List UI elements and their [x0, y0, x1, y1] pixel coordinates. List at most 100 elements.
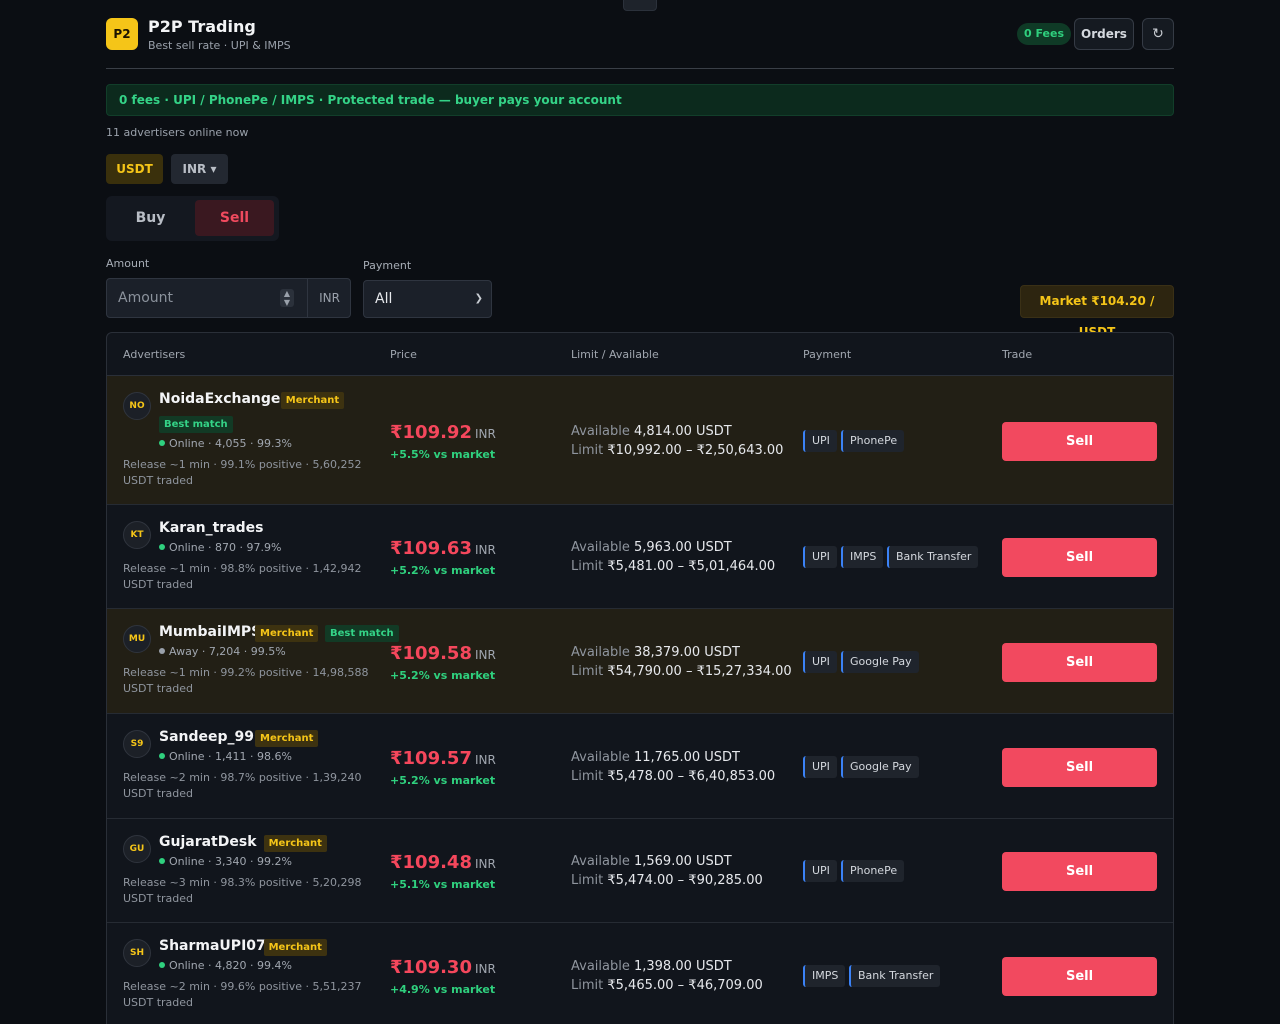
available: Available 5,963.00 USDT [571, 540, 732, 555]
available: Available 38,379.00 USDT [571, 645, 740, 660]
sell-button[interactable]: Sell [1002, 421, 1157, 461]
limit: Limit ₹54,790.00 – ₹15,27,334.00 [571, 664, 792, 679]
amount-input[interactable]: Amount ▲ ▼ INR [106, 278, 351, 318]
status-text: Online · 1,411 · 98.6% [169, 750, 292, 763]
limit-label: Limit [571, 559, 604, 574]
price: ₹109.63 INR [390, 538, 496, 559]
payment-method-tag: Bank Transfer [887, 546, 979, 568]
amount-label: Amount [106, 257, 150, 270]
price-value: ₹109.57 [390, 747, 472, 769]
amount-unit: INR [307, 279, 351, 317]
app-logo: P2 [106, 18, 138, 50]
away-dot-icon [159, 648, 165, 654]
price: ₹109.48 INR [390, 852, 496, 873]
tab-sell[interactable]: Sell [195, 200, 274, 236]
merchant-badge: Merchant [280, 392, 345, 409]
price-value: ₹109.63 [390, 538, 472, 559]
price-currency: INR [474, 961, 496, 976]
tab-buy[interactable]: Buy [111, 200, 190, 236]
limit-label: Limit [571, 873, 604, 888]
payment-method-tag: UPI [803, 755, 837, 778]
advertiser-name[interactable]: Sandeep_99 [159, 729, 254, 745]
price: ₹109.57 INR [390, 748, 496, 769]
payment-method-tag: UPI [803, 546, 837, 568]
payment-label: Payment [363, 259, 412, 272]
fees-badge: 0 Fees [1017, 23, 1072, 45]
payment-method-tag: PhonePe [841, 429, 905, 452]
status-text: Online · 870 · 97.9% [169, 541, 282, 554]
sell-button[interactable]: Sell [1002, 538, 1157, 577]
payment-value: All [375, 291, 393, 307]
available: Available 4,814.00 USDT [571, 424, 732, 439]
chevron-down-icon: ❯ [474, 293, 483, 304]
available-label: Available [571, 423, 630, 439]
payment-method-tag: Google Pay [841, 650, 919, 673]
limit-value: ₹5,465.00 – ₹46,709.00 [607, 977, 763, 993]
price-value: ₹109.48 [390, 852, 472, 873]
premium-vs-market: +5.2% vs market [390, 668, 496, 682]
merchant-badge: Merchant [263, 835, 327, 852]
online-dot-icon [159, 544, 165, 550]
advertiser-name[interactable]: Karan_trades [159, 520, 264, 536]
refresh-icon[interactable]: ↻ [1142, 18, 1174, 50]
price-currency: INR [474, 426, 496, 441]
limit: Limit ₹10,992.00 – ₹2,50,643.00 [571, 443, 783, 458]
available: Available 1,569.00 USDT [571, 854, 732, 869]
header-trade: Trade [1002, 348, 1033, 361]
online-count: 11 advertisers online now [106, 126, 249, 139]
status-text: Online · 4,055 · 99.3% [169, 437, 292, 450]
payment-method-tag: IMPS [841, 546, 884, 568]
premium-vs-market: +5.2% vs market [390, 564, 496, 577]
advertiser-name[interactable]: SharmaUPI07 [159, 938, 266, 954]
app-subtitle: Best sell rate · UPI & IMPS [148, 39, 291, 52]
price-currency: INR [474, 543, 496, 557]
release-info: Release ~1 min · 98.8% positive · 1,42,9… [123, 562, 362, 591]
premium-vs-market: +5.5% vs market [390, 447, 496, 461]
limit-value: ₹5,481.00 – ₹5,01,464.00 [607, 559, 776, 574]
header-price: Price [390, 348, 417, 361]
premium-vs-market: +4.9% vs market [390, 982, 496, 996]
table-row: S9 Sandeep_99 Merchant Online · 1,411 · 98.… [107, 714, 1173, 819]
sell-button[interactable]: Sell [1002, 852, 1157, 891]
merchant-badge: Merchant [255, 625, 319, 642]
sell-button[interactable]: Sell [1002, 956, 1157, 996]
payment-method-tag: UPI [803, 650, 837, 673]
best-match-badge: Best match [159, 416, 233, 433]
price-currency: INR [474, 752, 496, 767]
asset-usdt-chip[interactable]: USDT [106, 154, 163, 184]
status-line: Online · 3,340 · 99.2% [159, 855, 292, 868]
status-line: Online · 1,411 · 98.6% [159, 750, 292, 763]
avatar: SH [123, 939, 151, 967]
avatar: MU [123, 625, 151, 653]
advertiser-name[interactable]: NoidaExchange [159, 391, 280, 407]
available: Available 1,398.00 USDT [571, 959, 732, 974]
advertiser-name[interactable]: MumbaiIMPS [159, 624, 261, 640]
table-row: KT Karan_trades Online · 870 · 97.9% Releas… [107, 505, 1173, 609]
available-value: 1,569.00 USDT [633, 854, 732, 869]
table-row: GU GujaratDesk Merchant Online · 3,340 · 99… [107, 819, 1173, 923]
payment-method-tag: Google Pay [841, 755, 919, 778]
payment-select[interactable]: All ❯ [363, 280, 492, 318]
available-label: Available [571, 958, 630, 974]
status-text: Online · 4,820 · 99.4% [169, 959, 292, 972]
limit-label: Limit [571, 977, 604, 993]
status-line: Away · 7,204 · 99.5% [159, 645, 286, 658]
price-value: ₹109.58 [390, 642, 472, 664]
advertiser-name[interactable]: GujaratDesk [159, 834, 257, 850]
online-dot-icon [159, 962, 165, 968]
status-line: Online · 870 · 97.9% [159, 541, 281, 554]
orders-button[interactable]: Orders [1074, 18, 1134, 50]
available-value: 11,765.00 USDT [633, 749, 740, 765]
fiat-dropdown[interactable]: INR ▾ [171, 154, 228, 184]
payment-method-tag: IMPS [803, 964, 846, 987]
sell-button[interactable]: Sell [1002, 747, 1157, 787]
price-value: ₹109.30 [390, 956, 472, 978]
available-value: 5,963.00 USDT [633, 540, 732, 555]
stepper-icon[interactable]: ▲ ▼ [280, 289, 294, 307]
sell-button[interactable]: Sell [1002, 642, 1157, 682]
price: ₹109.30 INR [390, 957, 496, 978]
table-row: SH SharmaUPI07 Merchant Online · 4,820 · 99… [107, 923, 1173, 1024]
limit-label: Limit [571, 442, 604, 458]
limit-value: ₹5,478.00 – ₹6,40,853.00 [607, 768, 776, 784]
online-dot-icon [159, 858, 165, 864]
